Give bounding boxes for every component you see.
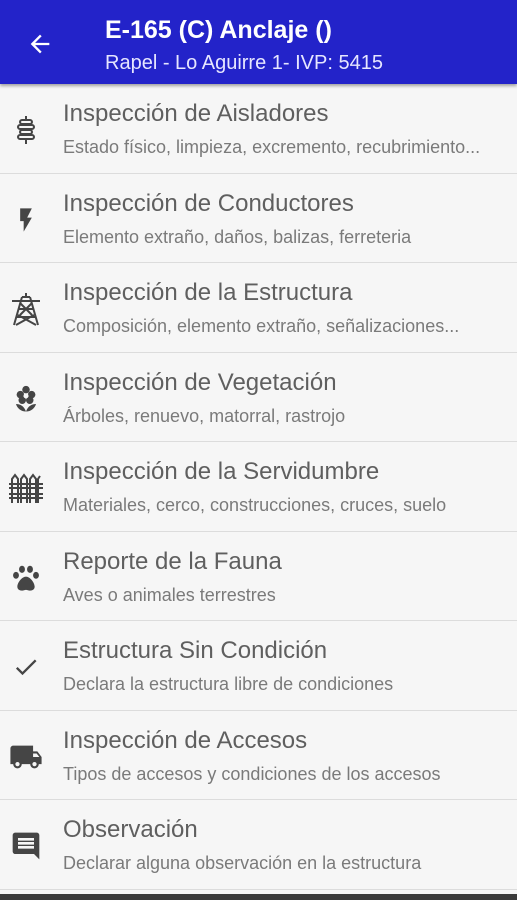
menu-item-label: Inspección de Accesos <box>63 726 308 754</box>
menu-item-label: Inspección de Aisladores <box>63 100 329 127</box>
truck-icon <box>6 737 46 777</box>
check-icon <box>6 647 46 687</box>
menu-item-label: Inspección de Conductores <box>63 189 354 217</box>
menu-item-label: Inspección de la Servidumbre <box>63 458 380 485</box>
fence-icon <box>6 468 46 508</box>
menu-item-accesos[interactable]: Inspección de Accesos Tipos de accesos y… <box>0 710 517 800</box>
inspection-menu-list: Inspección de Aisladores Estado físico, … <box>0 84 517 890</box>
menu-item-label: Inspección de la Estructura <box>63 279 353 306</box>
menu-item-observacion[interactable]: Observación Declarar alguna observación … <box>0 800 517 890</box>
menu-item-aisladores[interactable]: Inspección de Aisladores Estado físico, … <box>0 84 517 174</box>
bottom-edge <box>0 894 517 900</box>
page-title: E-165 (C) Anclaje () <box>105 16 332 44</box>
lightning-icon <box>6 200 46 240</box>
menu-item-description: Materiales, cerco, construcciones, cruce… <box>63 495 447 515</box>
menu-item-description: Declara la estructura libre de condicion… <box>63 674 394 694</box>
menu-item-fauna[interactable]: Reporte de la Fauna Aves o animales terr… <box>0 531 517 621</box>
menu-item-description: Composición, elemento extraño, señalizac… <box>63 316 460 336</box>
menu-item-vegetacion[interactable]: Inspección de Vegetación Árboles, renuev… <box>0 352 517 442</box>
comment-icon <box>6 826 46 866</box>
menu-item-label: Observación <box>63 816 198 843</box>
menu-item-label: Inspección de Vegetación <box>63 368 337 396</box>
menu-item-conductores[interactable]: Inspección de Conductores Elemento extra… <box>0 173 517 263</box>
menu-item-description: Estado físico, limpieza, excremento, rec… <box>63 137 481 157</box>
menu-item-description: Declarar alguna observación en la estruc… <box>63 853 422 873</box>
menu-item-servidumbre[interactable]: Inspección de la Servidumbre Materiales,… <box>0 442 517 532</box>
app-bar-titles: E-165 (C) Anclaje () Rapel - Lo Aguirre … <box>105 14 507 77</box>
menu-item-description: Aves o animales terrestres <box>63 584 276 605</box>
menu-item-label: Estructura Sin Condición <box>63 637 328 664</box>
back-button[interactable] <box>22 26 58 62</box>
paw-icon <box>6 558 46 598</box>
arrow-left-icon <box>30 34 50 54</box>
menu-item-description: Árboles, renuevo, matorral, rastrojo <box>63 405 346 426</box>
menu-item-label: Reporte de la Fauna <box>63 547 282 575</box>
flower-icon <box>6 379 46 419</box>
page-subtitle: Rapel - Lo Aguirre 1- IVP: 5415 <box>105 52 383 74</box>
tower-icon <box>6 289 46 329</box>
menu-item-estructura[interactable]: Inspección de la Estructura Composición,… <box>0 263 517 353</box>
menu-item-description: Tipos de accesos y condiciones de los ac… <box>63 763 441 784</box>
insulator-icon <box>6 110 46 150</box>
menu-item-description: Elemento extraño, daños, balizas, ferret… <box>63 226 412 247</box>
menu-item-sin-condicion[interactable]: Estructura Sin Condición Declara la estr… <box>0 621 517 711</box>
app-bar: E-165 (C) Anclaje () Rapel - Lo Aguirre … <box>0 0 517 84</box>
